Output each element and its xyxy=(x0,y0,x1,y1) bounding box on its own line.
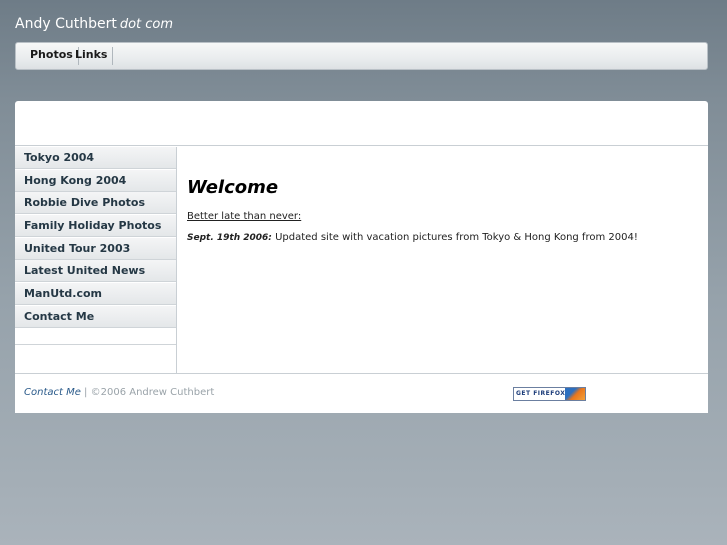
main-panel: Tokyo 2004 Hong Kong 2004 Robbie Dive Ph… xyxy=(15,101,708,413)
sidebar: Tokyo 2004 Hong Kong 2004 Robbie Dive Ph… xyxy=(15,147,177,373)
get-firefox-badge[interactable]: GET FIREFOX xyxy=(513,387,586,401)
sidebar-item-robbie-dive-photos[interactable]: Robbie Dive Photos xyxy=(15,192,176,215)
sidebar-item-latest-united-news[interactable]: Latest United News xyxy=(15,260,176,283)
news-tagline: Better late than never: xyxy=(187,211,302,222)
firefox-logo-icon xyxy=(565,388,585,400)
news-item: Sept. 19th 2006: Updated site with vacat… xyxy=(187,232,638,243)
top-navigation: Photos Links xyxy=(15,42,708,70)
footer-text: Contact Me | ©2006 Andrew Cuthbert xyxy=(24,387,214,398)
content-area: Welcome Better late than never: Sept. 19… xyxy=(187,177,687,243)
site-title-suffix: dot com xyxy=(119,17,174,32)
sidebar-item-family-holiday-photos[interactable]: Family Holiday Photos xyxy=(15,215,176,238)
sidebar-item-hong-kong-2004[interactable]: Hong Kong 2004 xyxy=(15,169,176,192)
sidebar-item-manutd[interactable]: ManUtd.com xyxy=(15,283,176,306)
sidebar-spacer xyxy=(15,328,176,345)
footer: Contact Me | ©2006 Andrew Cuthbert GET F… xyxy=(15,373,708,413)
news-date: Sept. 19th 2006: xyxy=(187,233,272,243)
get-firefox-badge-label: GET FIREFOX xyxy=(516,390,566,397)
sidebar-item-tokyo-2004[interactable]: Tokyo 2004 xyxy=(15,147,176,169)
news-text: Updated site with vacation pictures from… xyxy=(271,232,638,243)
sidebar-item-contact-me[interactable]: Contact Me xyxy=(15,305,176,328)
page-title: Welcome xyxy=(187,177,279,198)
tab-links[interactable]: Links xyxy=(70,47,114,65)
site-title-main: Andy Cuthbert xyxy=(15,16,117,32)
sidebar-item-united-tour-2003[interactable]: United Tour 2003 xyxy=(15,237,176,260)
site-title: Andy Cuthbert dot com xyxy=(15,16,173,32)
panel-header xyxy=(15,101,708,146)
footer-copyright: ©2006 Andrew Cuthbert xyxy=(90,387,215,398)
footer-contact-link[interactable]: Contact Me xyxy=(24,387,81,398)
footer-separator: | xyxy=(80,387,91,398)
